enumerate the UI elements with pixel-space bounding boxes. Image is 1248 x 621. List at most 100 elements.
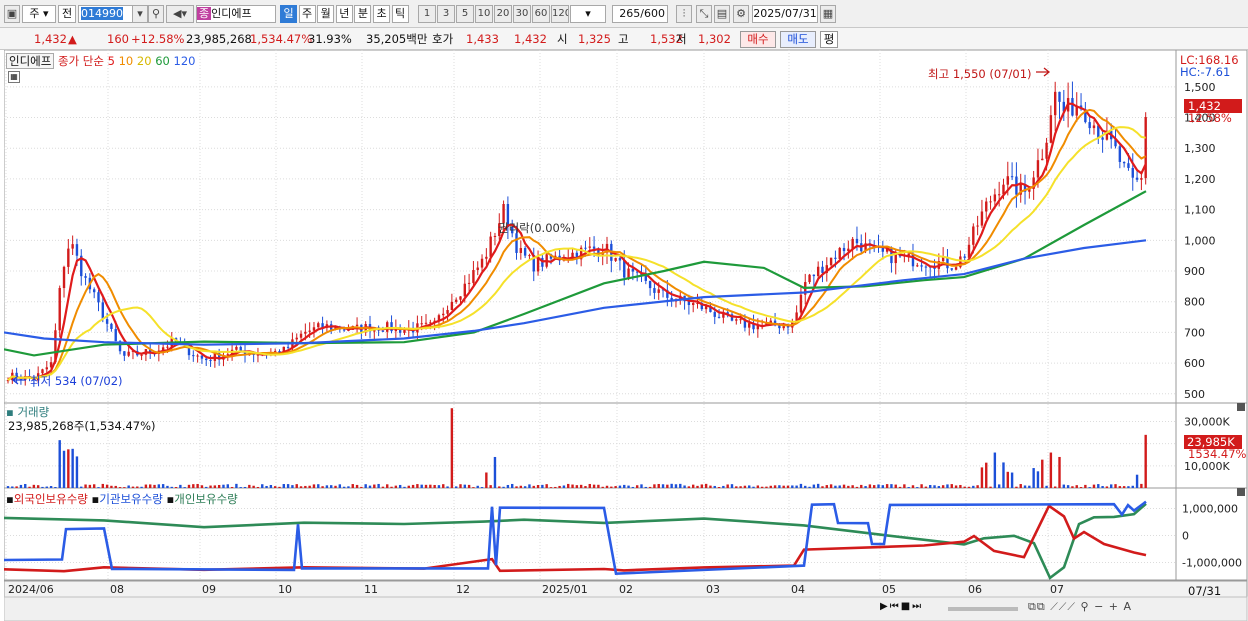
candle-body: [799, 294, 803, 313]
volume-bar: [71, 448, 74, 488]
interval-custom-select[interactable]: ▾: [570, 5, 606, 23]
volume-bar: [847, 485, 850, 488]
interval-tab-3[interactable]: 3: [437, 5, 455, 23]
save-icon[interactable]: ▤: [714, 5, 730, 23]
x-tick-label: 08: [110, 583, 124, 596]
volume-bar: [515, 486, 518, 488]
font-size-icon[interactable]: A: [1124, 600, 1133, 613]
candle-body: [1131, 167, 1134, 178]
period-tab-3[interactable]: 년: [335, 5, 353, 23]
volume-bar: [769, 485, 772, 488]
chart-type-icon[interactable]: ⫶: [676, 5, 692, 23]
volume-bar: [640, 484, 643, 488]
interval-tab-60[interactable]: 60: [532, 5, 550, 23]
chart-canvas[interactable]: 1,5001,4001,3001,2001,1001,0009008007006…: [4, 50, 1248, 621]
interval-tab-10[interactable]: 10: [475, 5, 493, 23]
volume-bar: [437, 485, 441, 488]
eval-button[interactable]: 평: [820, 31, 838, 48]
candle-body: [523, 248, 527, 256]
zoom-slider[interactable]: [948, 607, 1018, 611]
period-tab-0[interactable]: 일: [280, 5, 297, 23]
x-tick-label: 11: [364, 583, 378, 596]
search-icon[interactable]: ⚲: [148, 5, 164, 23]
candle-body: [842, 247, 846, 252]
speaker-icon[interactable]: ◀▾: [166, 5, 194, 23]
volume-bar: [442, 484, 445, 488]
window-menu-icon[interactable]: ▣: [4, 5, 20, 23]
volume-bar: [1049, 452, 1053, 488]
period-tab-4[interactable]: 분: [354, 5, 372, 23]
period-tab-1[interactable]: 주: [298, 5, 316, 23]
zoom-icon[interactable]: ⚲: [1081, 600, 1090, 613]
volume-bar: [467, 484, 471, 488]
volume-bar: [459, 484, 462, 488]
stock-badge: 종: [197, 7, 212, 20]
interval-tab-20[interactable]: 20: [494, 5, 512, 23]
volume-bar: [696, 485, 699, 488]
sell-button[interactable]: 매도: [780, 31, 816, 48]
pattern-icon[interactable]: ⧉⧉: [1028, 600, 1046, 613]
grid-toggle-icon[interactable]: ▦: [8, 71, 20, 83]
price-mode-button[interactable]: 전: [58, 5, 76, 23]
volume-bar: [1140, 483, 1143, 488]
market-select[interactable]: 주 ▾: [22, 5, 56, 23]
code-dropdown-icon[interactable]: ▾: [132, 5, 148, 23]
candle-body: [748, 323, 751, 328]
candle-body: [454, 299, 458, 302]
holdings-tick-label: -1,000,000: [1182, 556, 1242, 569]
scroll-end-icon[interactable]: ⏭: [912, 601, 923, 612]
candle-body: [735, 319, 738, 321]
volume-bar: [110, 485, 113, 488]
candle-body: [295, 337, 298, 340]
zoom-out-icon[interactable]: −: [1094, 600, 1104, 613]
buy-button[interactable]: 매수: [740, 31, 776, 48]
scroll-right-icon[interactable]: ▶: [880, 601, 890, 612]
volume-bar: [429, 484, 432, 488]
draw-tool-icon[interactable]: ⤡: [696, 5, 712, 23]
volume-bar: [1053, 486, 1057, 488]
period-tab-2[interactable]: 월: [317, 5, 335, 23]
volume-bar: [390, 486, 393, 488]
candle-body: [209, 360, 212, 362]
period-tab-6[interactable]: 틱: [391, 5, 409, 23]
volume-bar: [75, 456, 79, 488]
candle-body: [390, 322, 393, 332]
rights-annotation: 권리락(0.00%): [498, 221, 576, 235]
x-tick-label: 03: [706, 583, 720, 596]
volume-bar: [760, 486, 764, 488]
volume-bar: [11, 486, 14, 488]
volume-bar: [217, 484, 221, 488]
volume-bar: [506, 484, 510, 488]
interval-tab-1[interactable]: 1: [418, 5, 436, 23]
period-tab-5[interactable]: 초: [373, 5, 390, 23]
scroll-start-icon[interactable]: ⏮: [890, 601, 901, 612]
legend-name[interactable]: 인디에프: [6, 53, 55, 69]
volume-bar: [890, 484, 893, 488]
volume-bar: [523, 486, 527, 488]
interval-tab-5[interactable]: 5: [456, 5, 474, 23]
calendar-icon[interactable]: ▦: [820, 5, 836, 23]
candle-body: [1010, 176, 1014, 178]
volume-bar: [532, 485, 535, 488]
volume-bar: [989, 486, 992, 488]
volume-bar: [1075, 485, 1078, 488]
zoom-in-icon[interactable]: +: [1109, 600, 1119, 613]
line-tool-icon[interactable]: ⟋⟋⟋: [1050, 600, 1076, 613]
interval-tab-30[interactable]: 30: [513, 5, 531, 23]
stock-name-field[interactable]: 종 인디에프: [196, 5, 276, 23]
candle-body: [480, 258, 484, 268]
volume-bar: [364, 484, 367, 488]
candle-body: [1045, 142, 1048, 159]
volume-bar: [941, 485, 945, 488]
stop-icon[interactable]: ■: [901, 601, 912, 612]
volume-bar: [174, 487, 178, 488]
date-field[interactable]: 2025/07/31: [752, 5, 818, 23]
volume-title-text: 거래량: [17, 405, 50, 419]
volume-bar: [308, 485, 311, 488]
volume-bar: [644, 486, 647, 488]
ma-legend-10: 10: [118, 54, 137, 68]
count-field[interactable]: 265/600: [612, 5, 668, 23]
chart-area[interactable]: 1,500 1,400 1,300 1,200 1,100 1,000 900 800 700 6…: [4, 50, 1248, 621]
settings-icon[interactable]: ⚙: [733, 5, 749, 23]
interval-tab-120[interactable]: 120: [551, 5, 569, 23]
